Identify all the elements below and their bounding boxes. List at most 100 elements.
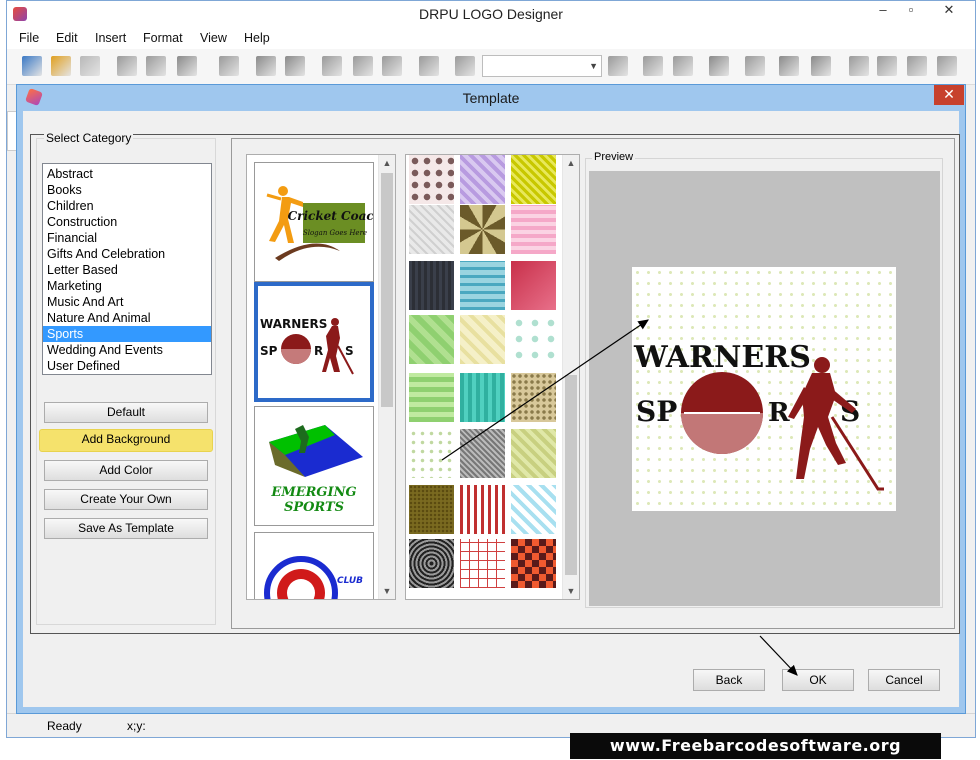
category-group: Select Category Abstract Books Children Con… [36,131,216,625]
print-icon[interactable] [219,56,239,76]
preview-label: Preview [592,151,636,163]
background-swatch[interactable] [460,261,505,310]
save-as-template-button[interactable]: Save As Template [44,518,208,539]
zoom-combo[interactable]: ▼ [482,55,602,77]
menu-view[interactable]: View [200,31,227,45]
scroll-down-icon[interactable]: ▼ [379,583,395,599]
copy-icon[interactable] [353,56,373,76]
background-swatch[interactable] [460,539,505,588]
maximize-button[interactable]: ▫ [897,1,925,23]
fit-icon[interactable] [673,56,693,76]
ok-button[interactable]: OK [782,669,854,691]
create-your-own-button[interactable]: Create Your Own [44,489,208,510]
background-swatch[interactable] [409,539,454,588]
scroll-up-icon[interactable]: ▲ [563,155,579,171]
cancel-button[interactable]: Cancel [868,669,940,691]
save-as-icon[interactable] [146,56,166,76]
background-swatch[interactable] [460,155,505,204]
template-emerging-sports[interactable]: EMERGING SPORTS [254,406,374,526]
menu-format[interactable]: Format [143,31,183,45]
category-item[interactable]: Music And Art [43,294,211,310]
background-swatch[interactable] [511,485,556,534]
menu-help[interactable]: Help [244,31,270,45]
align-top-icon[interactable] [937,56,957,76]
default-button[interactable]: Default [44,402,208,423]
background-swatch[interactable] [460,205,505,254]
close-button[interactable]: ✕ [927,1,971,23]
category-item[interactable]: Letter Based [43,262,211,278]
add-background-button[interactable]: Add Background [39,429,213,452]
background-swatch[interactable] [511,315,556,364]
background-swatch[interactable] [511,261,556,310]
background-swatch[interactable] [511,155,556,204]
back-button[interactable]: Back [693,669,765,691]
background-swatch[interactable] [409,429,454,478]
scroll-thumb[interactable] [381,173,393,407]
close-doc-icon[interactable] [80,56,100,76]
background-swatch[interactable] [409,261,454,310]
scroll-thumb[interactable] [565,375,577,575]
align-left-icon[interactable] [849,56,869,76]
redo-icon[interactable] [285,56,305,76]
open-icon[interactable] [51,56,71,76]
category-item[interactable]: Construction [43,214,211,230]
scroll-down-icon[interactable]: ▼ [563,583,579,599]
background-swatch[interactable] [511,373,556,422]
send-back-icon[interactable] [811,56,831,76]
actual-size-icon[interactable] [643,56,663,76]
category-item[interactable]: Nature And Animal [43,310,211,326]
background-swatch-grid[interactable]: ▲ ▼ [405,154,580,600]
menu-file[interactable]: File [19,31,39,45]
background-swatch[interactable] [409,155,454,204]
bring-front-icon[interactable] [779,56,799,76]
template-list[interactable]: Cricket Coach Slogan Goes Here WARNERS S… [246,154,396,600]
template-warners-sports[interactable]: WARNERS SP R S [254,282,374,402]
category-item[interactable]: Sports [43,326,211,342]
align-right-icon[interactable] [877,56,897,76]
category-item[interactable]: User Defined [43,358,211,374]
grid-icon[interactable] [709,56,729,76]
category-item[interactable]: Abstract [43,166,211,182]
template-scrollbar[interactable]: ▲ ▼ [378,155,395,599]
template-club[interactable]: CLUB [254,532,374,599]
background-swatch[interactable] [511,429,556,478]
add-color-button[interactable]: Add Color [44,460,208,481]
center-icon[interactable] [907,56,927,76]
new-icon[interactable] [22,56,42,76]
paste-icon[interactable] [382,56,402,76]
cut-icon[interactable] [322,56,342,76]
undo-icon[interactable] [256,56,276,76]
category-item[interactable]: Wedding And Events [43,342,211,358]
background-scrollbar[interactable]: ▲ ▼ [562,155,579,599]
template-cricket-coach[interactable]: Cricket Coach Slogan Goes Here [254,162,374,282]
category-item[interactable]: Children [43,198,211,214]
background-swatch[interactable] [460,429,505,478]
background-swatch[interactable] [460,315,505,364]
edit-icon[interactable] [745,56,765,76]
emerging-sports-logo: EMERGING SPORTS [269,425,363,515]
minimize-button[interactable]: – [869,1,897,23]
category-item[interactable]: Marketing [43,278,211,294]
save-icon[interactable] [117,56,137,76]
background-swatch[interactable] [511,539,556,588]
dialog-close-button[interactable]: ✕ [934,85,964,105]
background-swatch[interactable] [511,205,556,254]
category-item[interactable]: Gifts And Celebration [43,246,211,262]
category-list[interactable]: Abstract Books Children Construction Financi… [42,163,212,375]
scroll-up-icon[interactable]: ▲ [379,155,395,171]
delete-icon[interactable] [419,56,439,76]
background-swatch[interactable] [409,485,454,534]
background-swatch[interactable] [460,373,505,422]
category-item[interactable]: Books [43,182,211,198]
import-icon[interactable] [177,56,197,76]
background-swatch[interactable] [409,373,454,422]
menu-insert[interactable]: Insert [95,31,126,45]
category-item[interactable]: Financial [43,230,211,246]
chevron-down-icon: ▼ [589,61,598,71]
zoom-in-icon[interactable] [455,56,475,76]
menu-edit[interactable]: Edit [56,31,78,45]
background-swatch[interactable] [409,205,454,254]
zoom-out-icon[interactable] [608,56,628,76]
background-swatch[interactable] [409,315,454,364]
background-swatch[interactable] [460,485,505,534]
